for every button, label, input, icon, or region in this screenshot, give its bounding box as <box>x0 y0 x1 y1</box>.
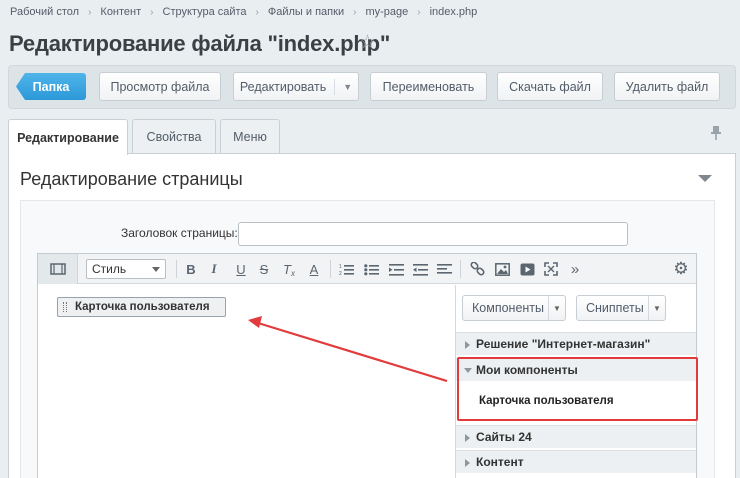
toolbar-divider <box>460 260 461 278</box>
toolbar-divider <box>176 260 177 278</box>
component-item-user-card[interactable]: Карточка пользователя <box>456 381 696 421</box>
source-mode-icon[interactable] <box>38 254 78 284</box>
group-my-components[interactable]: Мои компоненты <box>456 358 696 381</box>
group-label: Решение "Интернет-магазин" <box>476 337 651 351</box>
group-content[interactable]: Контент <box>456 450 696 473</box>
breadcrumb-item-current: index.php <box>429 6 478 18</box>
group-label: Контент <box>476 455 524 469</box>
snippets-button-label: Сниппеты <box>586 301 644 315</box>
components-button[interactable]: Компоненты ▼ <box>462 295 566 321</box>
breadcrumb-item-files-folders[interactable]: Файлы и папки <box>268 6 344 18</box>
ordered-list-icon[interactable]: 12 <box>337 259 355 279</box>
download-file-button[interactable]: Скачать файл <box>497 72 603 101</box>
link-icon[interactable] <box>468 259 486 279</box>
gear-icon[interactable]: ⚙ <box>672 259 690 279</box>
tab-menu[interactable]: Меню <box>220 119 280 154</box>
chevron-right-icon <box>465 434 470 442</box>
video-icon[interactable] <box>518 259 536 279</box>
breadcrumb-separator: › <box>417 6 421 18</box>
breadcrumb-separator: › <box>353 6 357 18</box>
drag-handle-icon[interactable] <box>63 302 67 312</box>
image-icon[interactable] <box>493 259 511 279</box>
breadcrumb-separator: › <box>88 6 92 18</box>
breadcrumb: Рабочий стол › Контент › Структура сайта… <box>10 6 477 18</box>
page-title-input[interactable] <box>238 222 628 246</box>
italic-icon[interactable]: I <box>205 259 223 279</box>
collapse-icon[interactable] <box>698 175 712 182</box>
strikethrough-icon[interactable]: S <box>255 259 273 279</box>
fullscreen-icon[interactable] <box>542 259 560 279</box>
svg-text:1: 1 <box>339 264 342 270</box>
outdent-icon[interactable] <box>411 259 429 279</box>
tab-properties[interactable]: Свойства <box>132 119 216 154</box>
toolbar-divider <box>330 260 331 278</box>
rename-button[interactable]: Переименовать <box>370 72 487 101</box>
tab-editing[interactable]: Редактирование <box>8 119 128 155</box>
section-title: Редактирование страницы <box>20 169 243 189</box>
component-block[interactable]: Карточка пользователя <box>57 297 226 317</box>
edit-button[interactable]: Редактировать ▼ <box>233 72 359 101</box>
snippets-button[interactable]: Сниппеты ▼ <box>576 295 666 321</box>
chevron-down-icon[interactable]: ▼ <box>648 296 665 320</box>
folder-button[interactable]: Папка <box>16 73 86 100</box>
style-select[interactable]: Стиль <box>86 259 166 279</box>
chevron-right-icon <box>465 459 470 467</box>
underline-icon[interactable]: U <box>232 259 250 279</box>
component-block-label: Карточка пользователя <box>75 301 210 313</box>
svg-text:2: 2 <box>339 271 342 276</box>
breadcrumb-item-my-page[interactable]: my-page <box>365 6 408 18</box>
breadcrumb-separator: › <box>150 6 154 18</box>
chevron-down-icon <box>152 267 160 272</box>
clear-format-icon[interactable]: Tx <box>280 259 298 279</box>
components-button-label: Компоненты <box>472 301 545 315</box>
font-color-icon[interactable]: A <box>305 259 323 279</box>
breadcrumb-separator: › <box>255 6 259 18</box>
page-title-label: Заголовок страницы: <box>121 226 238 240</box>
page-title: Редактирование файла "index.php" <box>9 31 391 56</box>
style-select-value: Стиль <box>92 262 127 276</box>
edit-button-label: Редактировать <box>239 79 327 94</box>
group-online-store[interactable]: Решение "Интернет-магазин" <box>456 332 696 355</box>
unordered-list-icon[interactable] <box>362 259 380 279</box>
group-label: Сайты 24 <box>476 430 532 444</box>
chevron-right-icon <box>465 341 470 349</box>
breadcrumb-item-site-structure[interactable]: Структура сайта <box>163 6 247 18</box>
chevron-down-icon <box>464 368 472 373</box>
delete-file-button[interactable]: Удалить файл <box>614 72 720 101</box>
indent-icon[interactable] <box>387 259 405 279</box>
breadcrumb-item-desktop[interactable]: Рабочий стол <box>10 6 79 18</box>
chevron-down-icon[interactable]: ▼ <box>334 78 352 95</box>
group-sites-24[interactable]: Сайты 24 <box>456 425 696 448</box>
more-icon[interactable]: » <box>566 259 584 279</box>
group-label: Мои компоненты <box>476 363 578 377</box>
align-icon[interactable] <box>435 259 453 279</box>
breadcrumb-item-content[interactable]: Контент <box>100 6 141 18</box>
view-file-button[interactable]: Просмотр файла <box>99 72 221 101</box>
bold-icon[interactable]: B <box>182 259 200 279</box>
pin-icon[interactable] <box>710 125 722 144</box>
star-icon[interactable]: ☆ <box>359 31 376 54</box>
chevron-down-icon[interactable]: ▼ <box>548 296 565 320</box>
